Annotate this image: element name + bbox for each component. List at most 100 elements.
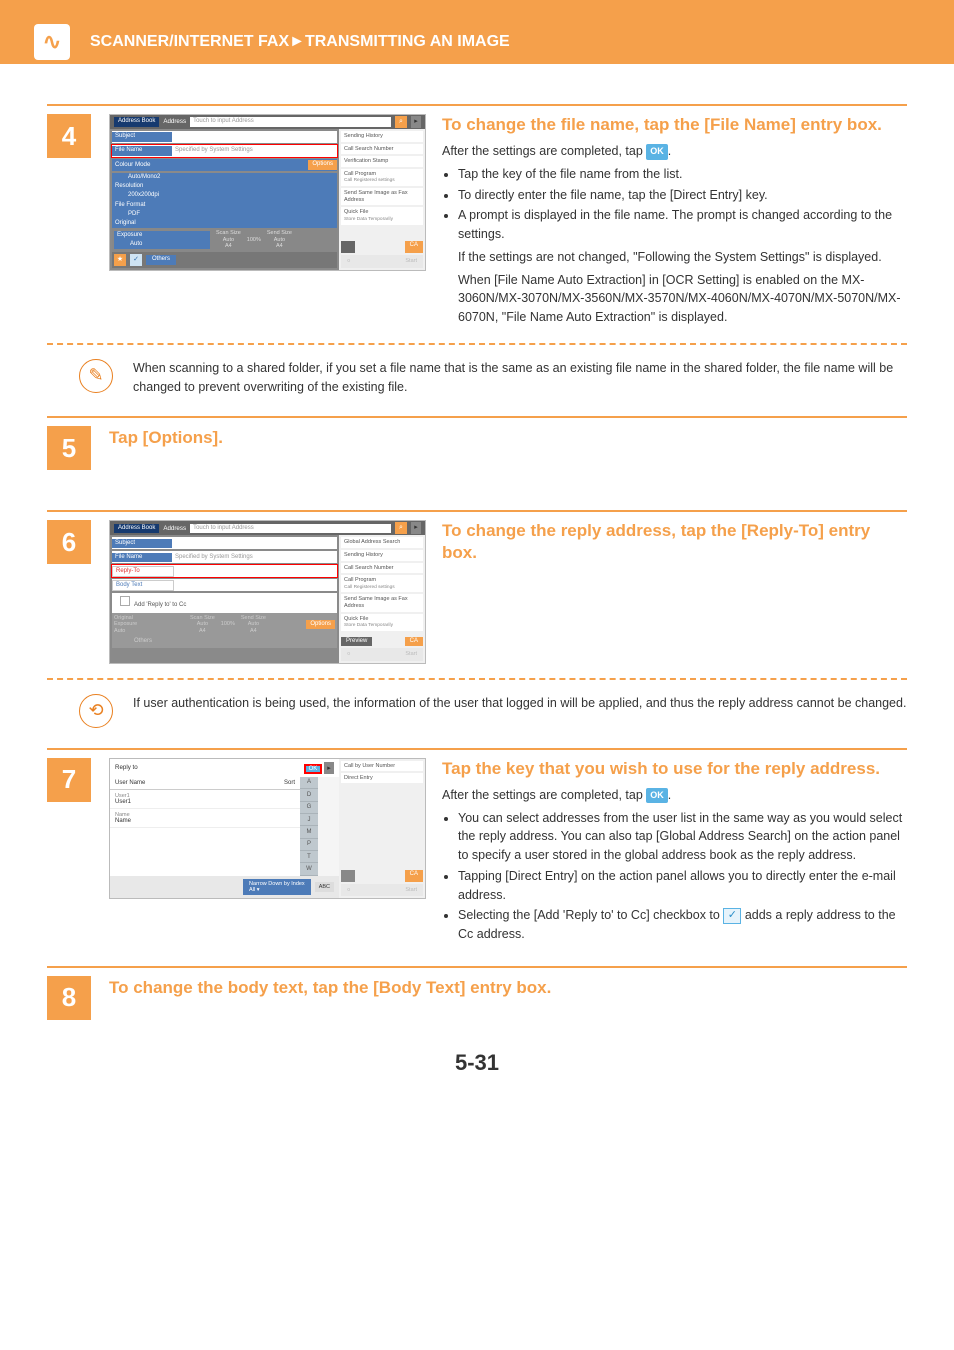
global-address-search[interactable]: Global Address Search (341, 537, 423, 548)
exposure-value: Auto (114, 240, 210, 249)
replyto-input[interactable] (174, 570, 337, 572)
address-input[interactable]: Touch to input Address (190, 524, 391, 533)
step-number: 4 (47, 114, 91, 158)
expand-icon[interactable]: ▸ (411, 522, 421, 534)
subject-input[interactable] (172, 542, 337, 544)
address-label: Address (163, 525, 186, 532)
divider (47, 966, 907, 968)
dashed-divider (47, 678, 907, 680)
ok-button[interactable]: OK (304, 764, 323, 774)
call-program[interactable]: Call ProgramCall Registered settings (341, 575, 423, 592)
options-button[interactable]: Options (308, 160, 337, 169)
user-row[interactable]: NameName (110, 809, 300, 828)
divider (47, 748, 907, 750)
sort-button[interactable]: Sort (284, 780, 295, 786)
subject-input[interactable] (172, 136, 337, 138)
search-icon[interactable]: ⌕ (395, 116, 407, 128)
others-button[interactable]: Others (114, 638, 152, 645)
step-7: 7 Reply to OK ▸ User NameSort User1User1… (47, 758, 907, 946)
header-icon: ∿ (34, 24, 70, 60)
address-book-tab[interactable]: Address Book (114, 117, 159, 126)
search-icon[interactable]: ⌕ (395, 522, 407, 534)
step-number: 8 (47, 976, 91, 1020)
direct-entry[interactable]: Direct Entry (341, 773, 423, 783)
step-6-note: ⟲ If user authentication is being used, … (47, 694, 907, 728)
preview-button[interactable]: Preview (341, 637, 372, 646)
options-button[interactable]: Options (306, 620, 335, 629)
ca-button[interactable]: CA (405, 637, 423, 646)
ca-button[interactable]: CA (405, 870, 423, 882)
call-by-user-number[interactable]: Call by User Number (341, 761, 423, 771)
call-program[interactable]: Call ProgramCall Registered settings (341, 169, 423, 186)
step-4-note: ✎ When scanning to a shared folder, if y… (47, 359, 907, 397)
divider (47, 510, 907, 512)
wheel-icon: ◌ (347, 258, 350, 265)
step-7-after: After the settings are completed, tap OK… (442, 786, 907, 805)
filename-label: File Name (112, 553, 172, 562)
others-button[interactable]: Others (146, 255, 176, 264)
step-4-after: After the settings are completed, tap OK… (442, 142, 907, 161)
step-4: 4 Address Book Address Touch to input Ad… (47, 114, 907, 329)
add-cc-label: Add 'Reply to' to Cc (134, 602, 186, 608)
verification-stamp[interactable]: Verification Stamp (341, 156, 423, 167)
step-8: 8 To change the body text, tap the [Body… (47, 976, 907, 1020)
alpha-index[interactable]: ADGJMPTW (300, 777, 318, 876)
step-7-bullets: You can select addresses from the user l… (442, 809, 907, 944)
dashed-divider (47, 343, 907, 345)
filename-input[interactable]: Specified by System Settings (172, 553, 337, 562)
fileformat-label: File Format (115, 202, 145, 208)
check-icon[interactable]: ✓ (130, 254, 142, 266)
abc-button[interactable]: ABC (315, 882, 334, 892)
page-number: 5-31 (47, 1050, 907, 1076)
ca-button[interactable]: CA (405, 241, 423, 253)
step-5-title: Tap [Options]. (109, 428, 223, 470)
resolution-value: 200x200dpi (112, 191, 337, 200)
replyto-title: Reply to (115, 764, 138, 771)
bodytext-input[interactable] (174, 584, 337, 586)
breadcrumb: SCANNER/INTERNET FAX►TRANSMITTING AN IMA… (90, 33, 510, 51)
thumb-icon (341, 870, 355, 882)
step-4-screenshot: Address Book Address Touch to input Addr… (109, 114, 424, 329)
add-cc-checkbox[interactable] (120, 596, 130, 606)
call-search-number[interactable]: Call Search Number (341, 144, 423, 155)
username-header: User Name (115, 780, 145, 786)
exposure-label: Exposure (114, 231, 210, 240)
replyto-label: Reply-To (112, 566, 174, 577)
user-row[interactable]: User1User1 (110, 790, 300, 809)
step-number: 5 (47, 426, 91, 470)
narrow-down-button[interactable]: Narrow Down by IndexAll ▾ (243, 879, 311, 895)
send-same-image[interactable]: Send Same Image as Fax Address (341, 594, 423, 611)
address-input[interactable]: Touch to input Address (190, 117, 391, 126)
call-search-number[interactable]: Call Search Number (341, 563, 423, 574)
send-same-image[interactable]: Send Same Image as Fax Address (341, 188, 423, 205)
divider (47, 416, 907, 418)
note-pencil-icon: ✎ (79, 359, 113, 393)
original-label: Original (112, 219, 337, 228)
sending-history[interactable]: Sending History (341, 131, 423, 142)
step-4-bullets: Tap the key of the file name from the li… (442, 165, 907, 327)
thumb-icon (341, 241, 355, 253)
step-6: 6 Address Book Address Touch to input Ad… (47, 520, 907, 663)
step-7-title: Tap the key that you wish to use for the… (442, 758, 907, 780)
subject-label: Subject (112, 132, 172, 141)
star-icon[interactable]: ★ (114, 254, 126, 266)
step-number: 6 (47, 520, 91, 564)
subject-label: Subject (112, 539, 172, 548)
address-label: Address (163, 118, 186, 125)
quick-file[interactable]: Quick FileStore Data Temporarily (341, 614, 423, 631)
expand-icon[interactable]: ▸ (324, 762, 334, 774)
resolution-label: Resolution (115, 183, 143, 189)
divider (47, 104, 907, 106)
expand-icon[interactable]: ▸ (411, 116, 421, 128)
filename-input[interactable]: Specified by System Settings (172, 146, 337, 155)
step-6-title: To change the reply address, tap the [Re… (442, 520, 907, 564)
filename-label: File Name (112, 146, 172, 155)
fileformat-value: PDF (112, 210, 337, 219)
header-bar: ∿ SCANNER/INTERNET FAX►TRANSMITTING AN I… (0, 20, 954, 64)
address-book-tab[interactable]: Address Book (114, 524, 159, 533)
quick-file[interactable]: Quick FileStore Data Temporarily (341, 207, 423, 224)
step-8-title: To change the body text, tap the [Body T… (109, 978, 551, 1020)
ok-icon: OK (646, 144, 668, 160)
ok-icon: OK (646, 788, 668, 804)
sending-history[interactable]: Sending History (341, 550, 423, 561)
